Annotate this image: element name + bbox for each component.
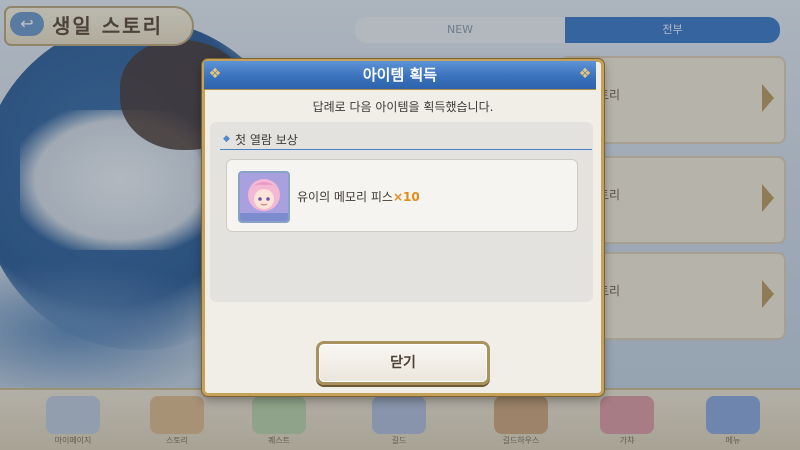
reward-item: 유이의 메모리 피스×10 [226,159,578,232]
section-title: 첫 열람 보상 [235,133,298,147]
item-name: 유이의 메모리 피스 [297,190,393,204]
item-acquired-dialog: ❖ 아이템 획득 ❖ 답례로 다음 아이템을 획득했습니다. ◆ 첫 열람 보상… [202,59,604,396]
memory-piece-icon[interactable] [238,171,290,223]
dialog-header: ❖ 아이템 획득 ❖ [204,61,596,90]
ornament-icon: ❖ [578,66,592,82]
item-quantity: ×10 [392,190,420,204]
diamond-bullet-icon: ◆ [223,134,230,144]
section-header: ◆ 첫 열람 보상 [220,131,592,150]
close-button-label: 닫기 [390,355,416,371]
close-button[interactable]: 닫기 [316,341,490,385]
dialog-title: 아이템 획득 [362,66,438,84]
dialog-description: 답례로 다음 아이템을 획득했습니다. [312,100,494,114]
item-label: 유이의 메모리 피스×10 [297,188,420,205]
